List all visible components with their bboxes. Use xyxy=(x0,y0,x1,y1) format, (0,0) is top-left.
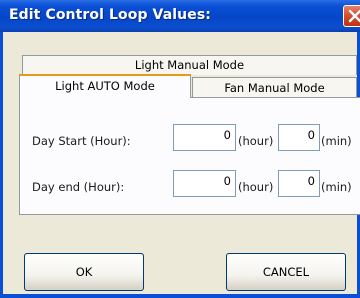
day-start-hour-unit: (hour) xyxy=(238,134,274,148)
cancel-button[interactable]: CANCEL xyxy=(226,253,346,291)
day-start-min-field[interactable]: 0 xyxy=(278,124,320,151)
day-end-label: Day end (Hour): xyxy=(32,180,125,194)
tab-panel: Day Start (Hour): 0 (hour) 0 (min) Day e… xyxy=(19,97,360,215)
dialog-window: Edit Control Loop Values: Light Manual M… xyxy=(0,0,360,298)
close-icon xyxy=(348,9,360,23)
ok-button[interactable]: OK xyxy=(24,253,144,291)
tab-light-manual-mode[interactable]: Light Manual Mode xyxy=(22,55,357,75)
day-start-min-unit: (min) xyxy=(321,134,352,148)
window-frame-bottom xyxy=(3,294,357,298)
title-bar[interactable]: Edit Control Loop Values: xyxy=(0,0,360,32)
day-start-label: Day Start (Hour): xyxy=(32,134,131,148)
day-start-hour-field[interactable]: 0 xyxy=(173,124,236,151)
day-end-min-unit: (min) xyxy=(321,180,352,194)
window-frame-left xyxy=(0,32,3,298)
window-title: Edit Control Loop Values: xyxy=(9,7,211,23)
close-button[interactable] xyxy=(343,5,360,27)
tab-light-auto-mode[interactable]: Light AUTO Mode xyxy=(19,74,191,98)
day-end-hour-field[interactable]: 0 xyxy=(173,170,236,197)
tab-fan-manual-mode[interactable]: Fan Manual Mode xyxy=(192,77,357,98)
day-end-min-field[interactable]: 0 xyxy=(278,170,320,197)
day-end-hour-unit: (hour) xyxy=(238,180,274,194)
